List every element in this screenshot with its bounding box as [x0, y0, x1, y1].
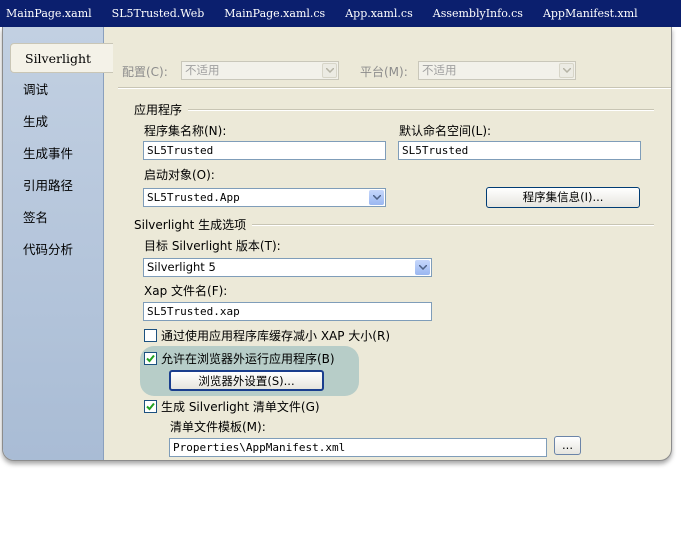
application-group-title: 应用程序 [134, 103, 183, 117]
target-version-label: 目标 Silverlight 版本(T): [144, 239, 281, 253]
nav-item-build-events[interactable]: 生成事件 [3, 139, 103, 169]
document-tab-strip: MainPage.xaml SL5Trusted.Web MainPage.xa… [0, 0, 681, 27]
nav-item-reference-paths[interactable]: 引用路径 [3, 171, 103, 201]
assembly-info-button[interactable]: 程序集信息(I)... [486, 187, 640, 208]
platform-select[interactable]: 不适用 [418, 61, 576, 80]
startup-object-label: 启动对象(O): [144, 168, 215, 182]
tab-appmanifest-xml[interactable]: AppManifest.xml [537, 0, 652, 27]
assembly-name-label: 程序集名称(N): [144, 124, 227, 138]
config-select[interactable]: 不适用 [181, 61, 339, 80]
project-properties-window: Silverlight 调试 生成 生成事件 引用路径 签名 代码分析 配置(C… [2, 27, 672, 461]
chevron-down-icon [369, 190, 384, 205]
oob-settings-button[interactable]: 浏览器外设置(S)... [169, 370, 324, 391]
checkmark-icon [146, 354, 155, 363]
oob-label: 允许在浏览器外运行应用程序(B) [161, 352, 335, 366]
generate-manifest-label: 生成 Silverlight 清单文件(G) [161, 400, 320, 414]
nav-item-silverlight[interactable]: Silverlight [10, 43, 113, 73]
application-group: 应用程序 [134, 101, 654, 118]
checkmark-icon [146, 402, 155, 411]
xap-filename-label: Xap 文件名(F): [144, 284, 228, 298]
chevron-down-icon [322, 63, 337, 78]
nav-item-signing[interactable]: 签名 [3, 203, 103, 233]
properties-content: 配置(C): 不适用 平台(M): 不适用 应用程序 程序集名称(N): SL5… [104, 27, 671, 460]
startup-object-select[interactable]: SL5Trusted.App [143, 188, 386, 207]
platform-label: 平台(M): [360, 65, 408, 79]
config-value: 不适用 [185, 63, 220, 77]
nav-item-debug[interactable]: 调试 [3, 75, 103, 105]
reduce-xap-label: 通过使用应用程序库缓存减小 XAP 大小(R) [161, 329, 390, 343]
default-namespace-label: 默认命名空间(L): [399, 124, 492, 138]
build-options-group: Silverlight 生成选项 [134, 216, 654, 233]
tab-mainpage-xaml-cs[interactable]: MainPage.xaml.cs [218, 0, 339, 27]
manifest-template-label: 清单文件模板(M): [170, 420, 266, 434]
target-version-select[interactable]: Silverlight 5 [143, 258, 432, 277]
properties-nav: Silverlight 调试 生成 生成事件 引用路径 签名 代码分析 [3, 27, 113, 460]
chevron-down-icon [415, 260, 430, 275]
divider [118, 87, 671, 89]
assembly-name-input[interactable]: SL5Trusted [143, 141, 386, 160]
nav-item-code-analysis[interactable]: 代码分析 [3, 235, 103, 265]
tab-app-xaml-cs[interactable]: App.xaml.cs [339, 0, 427, 27]
reduce-xap-checkbox[interactable] [144, 329, 157, 342]
config-label: 配置(C): [122, 65, 168, 79]
tab-sl5trusted-web[interactable]: SL5Trusted.Web [106, 0, 219, 27]
generate-manifest-checkbox[interactable] [144, 400, 157, 413]
oob-checkbox[interactable] [144, 352, 157, 365]
build-options-group-title: Silverlight 生成选项 [134, 218, 247, 232]
xap-filename-input[interactable]: SL5Trusted.xap [143, 302, 432, 321]
tab-mainpage-xaml[interactable]: MainPage.xaml [0, 0, 106, 27]
tab-assemblyinfo-cs[interactable]: AssemblyInfo.cs [427, 0, 537, 27]
manifest-template-input[interactable]: Properties\AppManifest.xml [169, 438, 547, 457]
platform-value: 不适用 [422, 63, 457, 77]
nav-item-build[interactable]: 生成 [3, 107, 103, 137]
default-namespace-input[interactable]: SL5Trusted [398, 141, 641, 160]
chevron-down-icon [559, 63, 574, 78]
target-version-value: Silverlight 5 [147, 260, 216, 274]
browse-button[interactable]: ... [554, 436, 581, 455]
startup-object-value: SL5Trusted.App [147, 191, 240, 204]
